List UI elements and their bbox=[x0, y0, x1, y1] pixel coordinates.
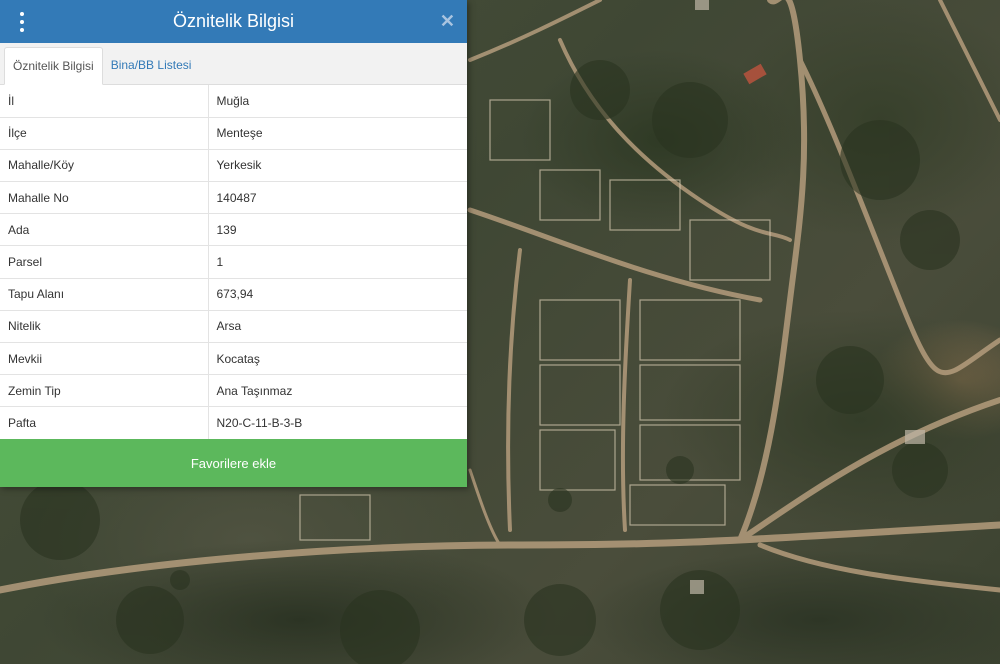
attribute-value: Menteşe bbox=[208, 116, 467, 150]
attribute-key: Mahalle No bbox=[0, 181, 209, 214]
attribute-key: Mahalle/Köy bbox=[0, 148, 209, 182]
add-to-favorites-button[interactable]: Favorilere ekle bbox=[0, 439, 467, 487]
attribute-panel: Öznitelik Bilgisi ✕ Öznitelik Bilgisi Bi… bbox=[0, 0, 467, 487]
table-row: İl Muğla bbox=[0, 85, 467, 118]
attribute-key: Ada bbox=[0, 213, 209, 246]
attribute-value: Muğla bbox=[216, 93, 250, 108]
attribute-value: Arsa bbox=[208, 309, 467, 343]
table-row: Mevkii Kocataş bbox=[0, 341, 467, 375]
attribute-value: 139 bbox=[208, 213, 467, 246]
attribute-key: Nitelik bbox=[0, 309, 209, 343]
attribute-value: 1 bbox=[208, 245, 467, 279]
attribute-value: 140487 bbox=[208, 181, 467, 214]
attribute-key: Parsel bbox=[0, 245, 209, 279]
tab-building-list[interactable]: Bina/BB Listesi bbox=[103, 46, 200, 84]
table-row: İlçe Menteşe bbox=[0, 116, 467, 150]
table-row: Ada 139 bbox=[0, 213, 467, 246]
attribute-table: İl Muğla İlçe Menteşe Mahalle/Köy Yerkes… bbox=[0, 85, 467, 440]
table-row: Nitelik Arsa bbox=[0, 309, 467, 343]
attribute-value: Yerkesik bbox=[208, 148, 467, 182]
table-row: Mahalle/Köy Yerkesik bbox=[0, 148, 467, 182]
attribute-key: Pafta bbox=[0, 406, 209, 440]
tab-attribute-info[interactable]: Öznitelik Bilgisi bbox=[4, 47, 103, 85]
kebab-menu-icon[interactable] bbox=[14, 12, 30, 32]
attribute-key: İlçe bbox=[0, 116, 209, 150]
table-row: Zemin Tip Ana Taşınmaz bbox=[0, 374, 467, 407]
close-icon[interactable]: ✕ bbox=[440, 10, 455, 32]
table-row: Parsel 1 bbox=[0, 245, 467, 279]
panel-title: Öznitelik Bilgisi bbox=[172, 11, 295, 31]
tab-bar: Öznitelik Bilgisi Bina/BB Listesi bbox=[0, 43, 467, 85]
table-row: Mahalle No 140487 bbox=[0, 181, 467, 214]
table-row: Tapu Alanı 673,94 bbox=[0, 277, 467, 311]
attribute-value: Kocataş bbox=[208, 341, 467, 375]
attribute-value: 673,94 bbox=[208, 277, 467, 311]
table-row: Pafta N20-C-11-B-3-B bbox=[0, 406, 467, 440]
attribute-key: Tapu Alanı bbox=[0, 277, 209, 311]
attribute-key: Zemin Tip bbox=[0, 374, 209, 407]
attribute-value: N20-C-11-B-3-B bbox=[208, 406, 467, 440]
attribute-key: İl bbox=[0, 85, 209, 118]
attribute-value: Ana Taşınmaz bbox=[208, 374, 467, 407]
panel-header: Öznitelik Bilgisi ✕ bbox=[0, 0, 467, 43]
attribute-key: Mevkii bbox=[0, 341, 209, 375]
